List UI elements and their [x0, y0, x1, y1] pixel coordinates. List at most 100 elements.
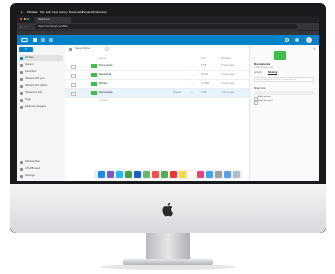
more-icon[interactable]: ⋯	[191, 71, 194, 79]
calendar-icon[interactable]	[170, 171, 177, 178]
zoom-window-icon[interactable]	[27, 18, 29, 20]
new-button[interactable]: +	[19, 47, 33, 52]
trash-icon	[20, 160, 23, 164]
sidebar-item-settings[interactable]: Settings	[19, 173, 63, 179]
file-row-selected[interactable]: Documents Shared ⋯ 0 KB 3 hours ago	[65, 89, 249, 98]
appstore-icon[interactable]	[206, 171, 213, 178]
row-checkbox[interactable]	[71, 73, 76, 78]
file-row[interactable]: Documents ⋯ 8 KB 3 hours ago	[65, 62, 249, 71]
search-icon[interactable]	[285, 38, 289, 42]
notifications-icon[interactable]	[295, 38, 299, 42]
file-name[interactable]: Photos	[99, 80, 107, 88]
file-name[interactable]: Nextcloud	[99, 71, 111, 79]
row-checkbox[interactable]	[71, 82, 76, 87]
tab-activity[interactable]: Activity	[254, 71, 262, 74]
file-row[interactable]: Nextcloud ⋯ 33 KB 3 hours ago	[65, 71, 249, 80]
menu-help[interactable]: Help	[101, 9, 107, 16]
browser-window: Nextcloud ‹ › https://nextcloud.com/file…	[17, 16, 319, 181]
apple-menu-icon[interactable]: ●	[21, 9, 23, 16]
sidebar-item-tags[interactable]: Tags	[19, 97, 63, 103]
menu-people[interactable]: People	[82, 9, 91, 16]
music-icon[interactable]	[197, 171, 204, 178]
reminders-icon[interactable]	[188, 171, 195, 178]
column-header-name[interactable]: Name	[99, 57, 106, 60]
safari-icon[interactable]	[116, 171, 123, 178]
column-header-modified[interactable]: Modified	[221, 57, 231, 60]
more-icon[interactable]: ⋯	[191, 80, 194, 88]
menubar-app-name[interactable]: Chrome	[27, 9, 38, 16]
forward-icon[interactable]: ›	[25, 23, 27, 30]
file-name[interactable]: Documents	[99, 89, 113, 97]
star-icon	[20, 70, 23, 74]
menu-history[interactable]: History	[59, 9, 68, 16]
notes-icon[interactable]	[179, 171, 186, 178]
sidebar-item-shared-with-others[interactable]: Shared with others	[19, 83, 63, 89]
sidebar-item-favorites[interactable]: Favorites	[19, 69, 63, 75]
finder-icon[interactable]	[98, 171, 105, 178]
menu-window[interactable]: Window	[91, 9, 101, 16]
close-window-icon[interactable]	[20, 18, 22, 20]
messages-icon[interactable]	[161, 171, 168, 178]
share-link-label: Share link	[254, 87, 266, 90]
row-checkbox[interactable]	[71, 64, 76, 69]
menu-file[interactable]: File	[40, 9, 45, 16]
nextcloud-logo-icon[interactable]	[21, 38, 28, 42]
hide-download-label: Hide download	[258, 100, 273, 102]
file-name[interactable]: Documents	[99, 62, 113, 70]
column-header-size[interactable]: Size	[201, 57, 206, 60]
url-input[interactable]: https://nextcloud.com/files	[35, 24, 297, 29]
back-icon[interactable]: ‹	[20, 23, 22, 30]
details-sidebar: × Documents 0 KB, 3 hours ago Activity S…	[249, 45, 319, 181]
file-summary: 4 folders	[99, 99, 109, 102]
activity-app-icon[interactable]	[49, 38, 53, 42]
more-icon[interactable]: ⋯	[313, 87, 316, 90]
avatar[interactable]	[306, 37, 312, 43]
share-action[interactable]: Shared	[173, 89, 181, 97]
menu-edit[interactable]: Edit	[46, 9, 51, 16]
menu-bookmarks[interactable]: Bookmarks	[69, 9, 83, 16]
tag-icon	[20, 98, 23, 102]
settings-icon[interactable]	[215, 171, 222, 178]
sidebar-item-shared-with-you[interactable]: Shared with you	[19, 76, 63, 82]
breadcrumb[interactable]: Neue Ordner	[75, 46, 91, 52]
row-checkbox[interactable]	[71, 91, 76, 96]
photos-app-icon[interactable]	[41, 38, 45, 42]
mail-icon[interactable]	[134, 171, 141, 178]
apple-logo-icon	[160, 201, 176, 217]
share-input[interactable]: Name, federated cloud ID or email addres…	[254, 77, 314, 82]
sidebar-item-shared-by-link[interactable]: Shared by link	[19, 90, 63, 96]
share-input-placeholder: Name, federated cloud ID or email addres…	[256, 79, 299, 81]
launchpad-icon[interactable]	[107, 171, 114, 178]
file-size: 33 KB	[201, 73, 208, 76]
chart-icon	[20, 167, 23, 171]
file-modified: 3 hours ago	[221, 91, 235, 94]
folder-icon	[91, 63, 97, 68]
file-row[interactable]: Photos ⋯ 2.2 MB 3 hours ago	[65, 80, 249, 89]
sidebar-item-label: Shared by link	[25, 91, 43, 94]
home-icon[interactable]	[69, 48, 72, 51]
chrome-icon[interactable]	[125, 171, 132, 178]
close-icon[interactable]: ×	[313, 47, 316, 51]
sidebar-item-recent[interactable]: Recent	[19, 62, 63, 68]
sidebar-item-external-storages[interactable]: External storages	[19, 104, 63, 110]
sidebar-item-all-files[interactable]: All files	[19, 55, 63, 61]
files-app-icon[interactable]	[33, 38, 37, 42]
menu-view[interactable]: View	[52, 9, 58, 16]
maps-icon[interactable]	[143, 171, 150, 178]
photos-icon[interactable]	[152, 171, 159, 178]
folder-icon[interactable]	[224, 171, 231, 178]
tab-sharing[interactable]: Sharing	[268, 71, 278, 75]
hdd-icon	[20, 105, 23, 109]
trash-icon[interactable]	[233, 171, 240, 178]
more-icon[interactable]: ⋯	[191, 62, 194, 70]
add-icon[interactable]	[105, 47, 109, 51]
sidebar-item-label: External storages	[25, 105, 46, 108]
file-modified: 3 hours ago	[221, 64, 235, 67]
more-icon[interactable]: ⋯	[191, 89, 194, 97]
file-modified: 3 hours ago	[221, 82, 235, 85]
sidebar-item-deleted-files[interactable]: Deleted files	[19, 159, 63, 165]
share-link-field[interactable]	[254, 91, 314, 95]
file-modified: 3 hours ago	[221, 73, 235, 76]
sidebar-item-label: Shared with others	[25, 84, 48, 87]
minimize-window-icon[interactable]	[23, 18, 26, 20]
